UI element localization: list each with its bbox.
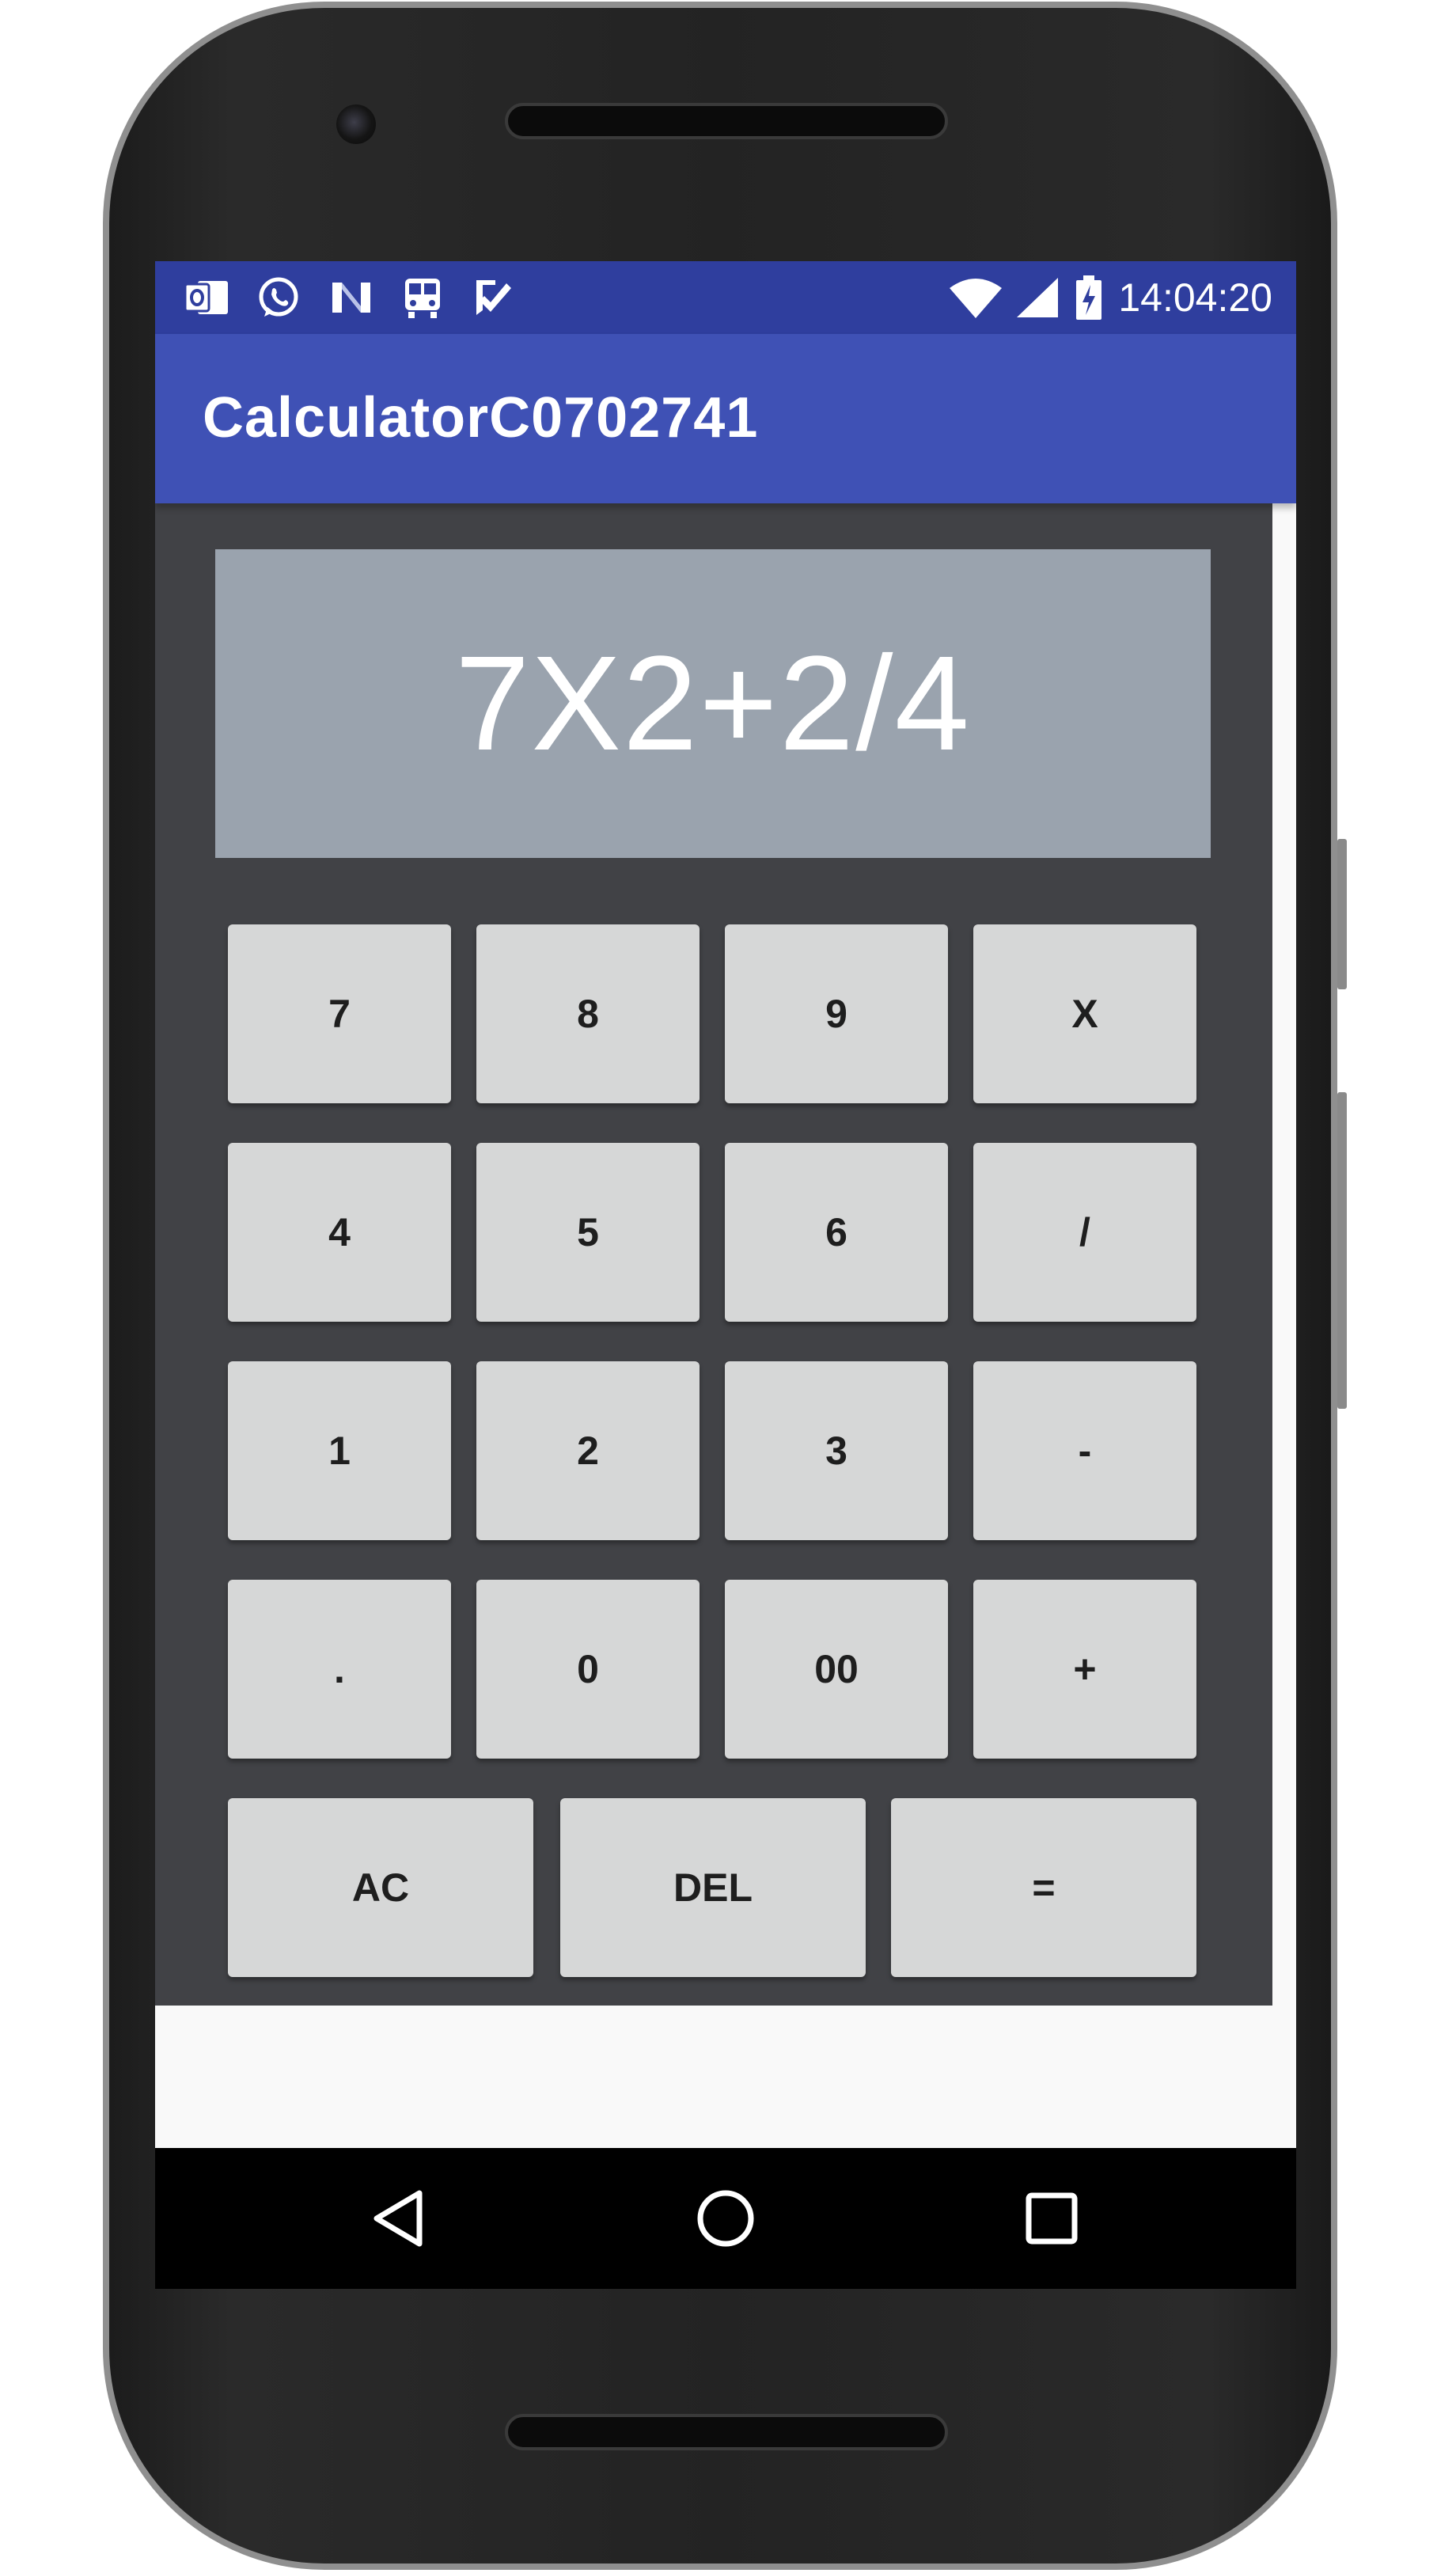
key-multiply[interactable]: X bbox=[973, 924, 1196, 1103]
calculator-panel: 7X2+2/4 7 8 9 X 4 5 6 / 1 2 3 - . 0 00 +… bbox=[155, 503, 1272, 2006]
battery-charging-icon bbox=[1071, 275, 1106, 320]
front-camera bbox=[336, 104, 376, 144]
key-2[interactable]: 2 bbox=[476, 1361, 700, 1540]
train-icon bbox=[400, 277, 445, 318]
recents-icon[interactable] bbox=[1016, 2183, 1087, 2254]
whatsapp-icon bbox=[256, 277, 301, 318]
app-bar: CalculatorC0702741 bbox=[155, 334, 1296, 503]
key-7[interactable]: 7 bbox=[228, 924, 451, 1103]
key-0[interactable]: 0 bbox=[476, 1580, 700, 1759]
earpiece-speaker bbox=[505, 103, 948, 139]
display-expression: 7X2+2/4 bbox=[454, 628, 972, 779]
key-4[interactable]: 4 bbox=[228, 1143, 451, 1322]
key-5[interactable]: 5 bbox=[476, 1143, 700, 1322]
screen: 14:04:20 CalculatorC0702741 7X2+2/4 7 8 … bbox=[155, 261, 1296, 2289]
key-add[interactable]: + bbox=[973, 1580, 1196, 1759]
key-8[interactable]: 8 bbox=[476, 924, 700, 1103]
key-1[interactable]: 1 bbox=[228, 1361, 451, 1540]
volume-button bbox=[1337, 1092, 1347, 1409]
home-icon[interactable] bbox=[690, 2183, 761, 2254]
signal-icon bbox=[1011, 277, 1064, 318]
key-divide[interactable]: / bbox=[973, 1143, 1196, 1322]
status-time: 14:04:20 bbox=[1118, 275, 1272, 320]
wifi-icon bbox=[946, 277, 1005, 318]
key-delete[interactable]: DEL bbox=[560, 1798, 866, 1977]
key-3[interactable]: 3 bbox=[725, 1361, 948, 1540]
key-00[interactable]: 00 bbox=[725, 1580, 948, 1759]
app-title: CalculatorC0702741 bbox=[203, 386, 759, 450]
outlook-icon bbox=[185, 277, 229, 318]
key-decimal[interactable]: . bbox=[228, 1580, 451, 1759]
key-equals[interactable]: = bbox=[891, 1798, 1196, 1977]
navigation-bar bbox=[155, 2148, 1296, 2289]
key-subtract[interactable]: - bbox=[973, 1361, 1196, 1540]
key-all-clear[interactable]: AC bbox=[228, 1798, 533, 1977]
back-icon[interactable] bbox=[362, 2183, 434, 2254]
checkmark-app-icon bbox=[472, 277, 516, 318]
n-app-icon bbox=[329, 277, 373, 318]
bottom-speaker bbox=[505, 2414, 948, 2450]
power-button bbox=[1337, 839, 1347, 989]
key-6[interactable]: 6 bbox=[725, 1143, 948, 1322]
key-9[interactable]: 9 bbox=[725, 924, 948, 1103]
calculator-display: 7X2+2/4 bbox=[215, 549, 1211, 858]
status-bar: 14:04:20 bbox=[155, 261, 1296, 334]
